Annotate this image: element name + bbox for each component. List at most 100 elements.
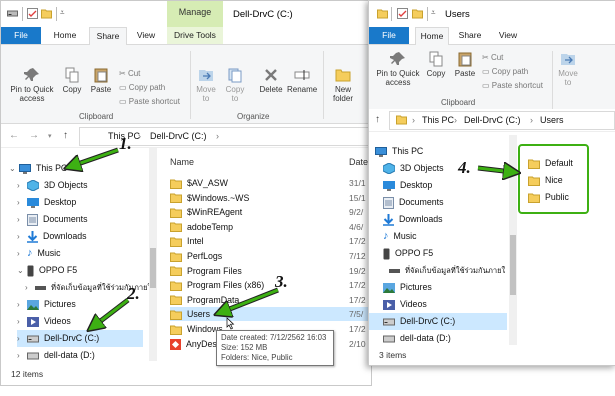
users-folder-list-highlight: Default Nice Public [518,144,589,214]
breadcrumb-drive[interactable]: Dell-DrvC (C:) [150,131,207,141]
up-arrow-icon[interactable]: ↑ [375,114,380,125]
paste-button[interactable]: Paste [451,51,479,78]
breadcrumb-drive[interactable]: Dell-DrvC (C:) [464,115,521,125]
folder-item-nice[interactable]: Nice [528,173,563,187]
copy-label: Copy [62,85,82,94]
move-to-button[interactable]: Move to [555,51,581,87]
nav-dell-data[interactable]: dell-data (D:) [383,330,451,347]
copy-path-button[interactable]: ▭ Copy path [119,83,165,92]
move-to-button[interactable]: Move to [193,67,219,103]
file-row[interactable]: Windows [170,322,223,336]
tab-drive-tools[interactable]: Drive Tools [167,27,223,44]
nav-desktop[interactable]: › Desktop [17,194,76,211]
file-row[interactable]: ProgramData [170,293,239,307]
tab-share[interactable]: Share [89,27,127,46]
tab-home[interactable]: Home [415,27,449,46]
videos-icon [383,299,395,310]
column-header-date[interactable]: Date [349,157,368,167]
nav-videos[interactable]: Videos [383,296,427,313]
organize-group-label: Organize [237,112,270,121]
pin-quick-access-button[interactable]: Pin to Quick access [373,51,423,87]
column-header-name[interactable]: Name [170,157,194,167]
file-row[interactable]: adobeTemp [170,220,233,234]
nav-label: Videos [400,299,427,309]
folder-icon [335,69,351,82]
new-folder-icon[interactable] [41,8,52,19]
breadcrumb-this-pc[interactable]: This PC [422,115,454,125]
nav-phone-storage[interactable]: ที่จัดเก็บข้อมูลที่ใช้ร่วมกันภายใ [389,262,505,279]
file-name: PerfLogs [187,251,223,261]
nav-desktop[interactable]: Desktop [383,177,432,194]
copy-to-button[interactable]: Copy to [222,67,248,103]
copy-path-button[interactable]: ▭ Copy path [482,67,528,76]
file-row[interactable]: Program Files (x86) [170,278,264,292]
tab-file[interactable]: File [1,27,41,44]
tab-share[interactable]: Share [455,27,485,44]
file-row[interactable]: Program Files [170,264,242,278]
nav-music[interactable]: ♪ Music [383,228,416,245]
copy-to-icon [228,68,242,83]
file-row[interactable]: Intel [170,234,204,248]
nav-label: OPPO F5 [395,248,434,258]
nav-dell-drvc[interactable]: › Dell-DrvC (C:) [17,330,143,347]
nav-videos[interactable]: › Videos [17,313,71,330]
nav-oppo-f5[interactable]: ⌄ OPPO F5 [17,262,77,279]
up-arrow-icon[interactable]: ↑ [63,130,68,141]
nav-music[interactable]: › ♪ Music [17,245,60,262]
copy-button[interactable]: Copy [423,51,449,78]
recent-dropdown-icon[interactable]: ▾ [48,132,52,140]
tab-view[interactable]: View [493,27,523,44]
properties-icon[interactable] [397,8,408,19]
paste-shortcut-button[interactable]: ▭ Paste shortcut [482,81,543,90]
nav-pictures[interactable]: Pictures [383,279,432,296]
paste-shortcut-button[interactable]: ▭ Paste shortcut [119,97,180,106]
folder-icon [170,266,182,277]
file-row[interactable]: PerfLogs [170,249,222,263]
back-arrow-icon[interactable]: ← [9,130,19,141]
copy-button[interactable]: Copy [59,67,85,94]
nav-3d-objects[interactable]: 3D Objects [383,160,444,177]
delete-button[interactable]: Delete [257,67,285,94]
qat-dropdown-icon[interactable]: ⩡ [431,8,436,18]
forward-arrow-icon[interactable]: → [29,130,39,141]
paste-button[interactable]: Paste [87,67,115,94]
address-bar[interactable]: › This PC › Dell-DrvC (C:) › Users [389,111,615,130]
file-row[interactable]: $Windows.~WS [170,191,249,205]
tab-home[interactable]: Home [49,27,81,44]
nav-scrollbar[interactable] [509,135,517,345]
nav-documents[interactable]: › Documents [17,211,88,228]
cut-button[interactable]: ✂ Cut [482,53,503,62]
nav-dell-data[interactable]: › dell-data (D:) [17,347,95,364]
breadcrumb-users[interactable]: Users [540,115,564,125]
nav-documents[interactable]: Documents [383,194,444,211]
nav-3d-objects[interactable]: › 3D Objects [17,177,88,194]
nav-oppo-f5[interactable]: OPPO F5 [383,245,433,262]
nav-pictures[interactable]: › Pictures [17,296,76,313]
tab-view[interactable]: View [131,27,161,44]
pin-quick-access-button[interactable]: Pin to Quick access [7,67,57,103]
nav-downloads[interactable]: › Downloads [17,228,87,245]
folder-item-public[interactable]: Public [528,190,569,204]
file-row[interactable]: $WinREAgent [170,205,242,219]
file-row[interactable]: AnyDesk [170,337,221,351]
properties-icon[interactable] [27,8,38,19]
nav-this-pc[interactable]: ⌄ This PC [9,160,67,177]
cut-button[interactable]: ✂ Cut [119,69,140,78]
tab-file[interactable]: File [369,27,409,44]
new-folder-button[interactable]: New folder [327,67,359,103]
file-row[interactable]: Users [170,307,370,322]
scrollbar-thumb[interactable] [510,235,516,295]
rename-button[interactable]: Rename [287,67,317,94]
nav-this-pc[interactable]: This PC [375,143,423,160]
nav-scrollbar[interactable] [149,148,157,361]
paste-label: Paste [454,69,476,78]
new-folder-icon[interactable] [412,8,423,19]
scrollbar-thumb[interactable] [150,248,156,288]
folder-icon [170,310,182,321]
folder-item-default[interactable]: Default [528,156,573,170]
qat-dropdown-icon[interactable]: ⩡ [60,8,65,18]
drive-icon [383,335,395,343]
nav-downloads[interactable]: Downloads [383,211,443,228]
file-row[interactable]: $AV_ASW [170,176,228,190]
nav-dell-drvc[interactable]: Dell-DrvC (C:) [369,313,507,330]
